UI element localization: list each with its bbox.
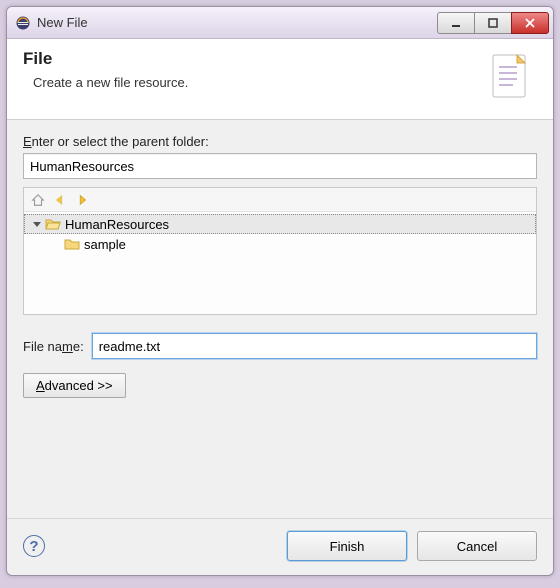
expander-open-icon[interactable] bbox=[31, 218, 43, 230]
close-button[interactable] bbox=[511, 12, 549, 34]
finish-button[interactable]: Finish bbox=[287, 531, 407, 561]
tree-item[interactable]: HumanResources bbox=[24, 214, 536, 234]
parent-folder-input[interactable] bbox=[23, 153, 537, 179]
filename-input[interactable] bbox=[92, 333, 537, 359]
dialog-heading: File bbox=[23, 49, 479, 69]
window-title: New File bbox=[37, 15, 438, 30]
titlebar[interactable]: New File bbox=[7, 7, 553, 39]
back-icon[interactable] bbox=[52, 192, 68, 208]
cancel-button[interactable]: Cancel bbox=[417, 531, 537, 561]
folder-tree[interactable]: HumanResources sample bbox=[24, 212, 536, 314]
folder-icon bbox=[64, 236, 80, 252]
filename-label: File name: bbox=[23, 339, 84, 354]
tree-item[interactable]: sample bbox=[24, 234, 536, 254]
tree-toolbar bbox=[24, 188, 536, 212]
parent-folder-label: Enter or select the parent folder: bbox=[23, 134, 537, 149]
new-file-icon bbox=[487, 49, 537, 105]
dialog-footer: ? Finish Cancel bbox=[7, 518, 553, 575]
minimize-button[interactable] bbox=[437, 12, 475, 34]
dialog-window: New File File Create a new file resource… bbox=[6, 6, 554, 576]
eclipse-icon bbox=[15, 15, 31, 31]
help-icon[interactable]: ? bbox=[23, 535, 45, 557]
dialog-content: Enter or select the parent folder: Human… bbox=[7, 120, 553, 518]
forward-icon[interactable] bbox=[74, 192, 90, 208]
dialog-header: File Create a new file resource. bbox=[7, 39, 553, 120]
folder-open-icon bbox=[45, 216, 61, 232]
folder-tree-panel: HumanResources sample bbox=[23, 187, 537, 315]
tree-item-label: HumanResources bbox=[65, 217, 169, 232]
home-icon[interactable] bbox=[30, 192, 46, 208]
tree-item-label: sample bbox=[84, 237, 126, 252]
advanced-button[interactable]: Advanced >> bbox=[23, 373, 126, 398]
window-controls bbox=[438, 12, 549, 34]
expander-none-icon bbox=[50, 238, 62, 250]
dialog-description: Create a new file resource. bbox=[33, 75, 479, 90]
maximize-button[interactable] bbox=[474, 12, 512, 34]
